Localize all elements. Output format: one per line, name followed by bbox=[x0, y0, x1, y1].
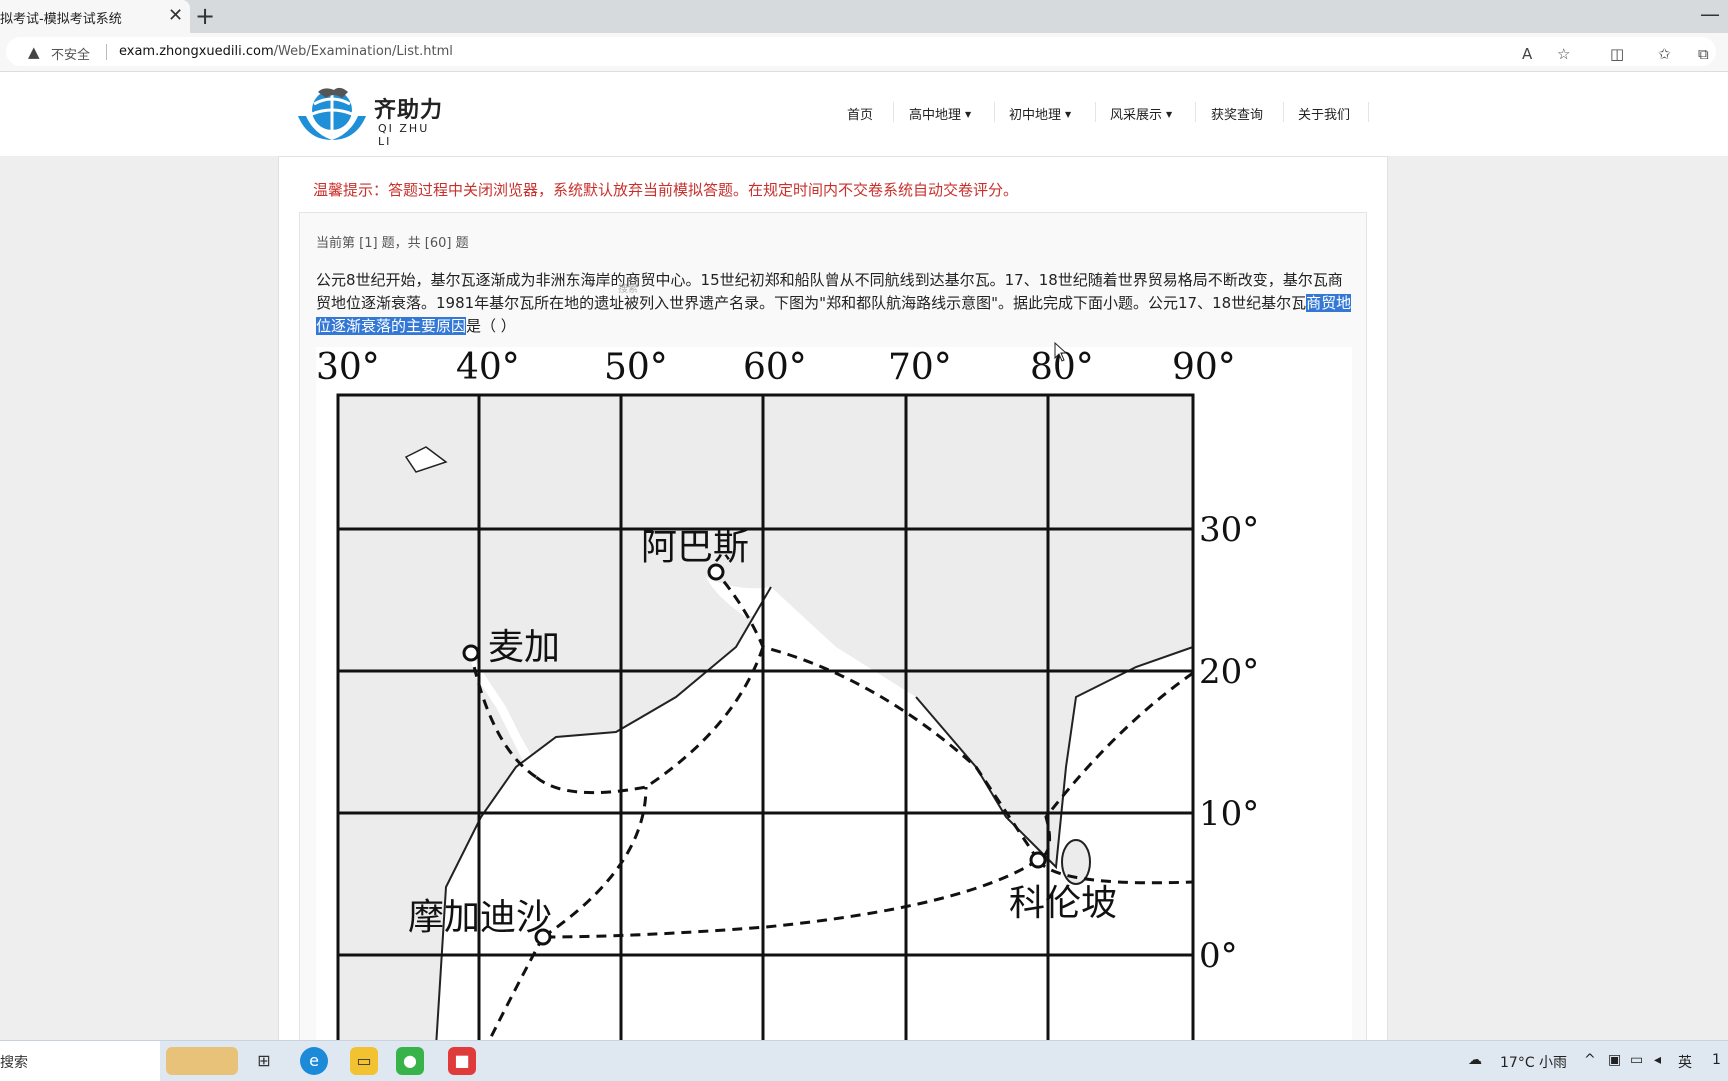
longitude-labels: 30° 40° 50° 60° 70° 80° 90° bbox=[316, 347, 1236, 388]
exam-tip: 温馨提示：答题过程中关闭浏览器，系统默认放弃当前模拟答题。在规定时间内不交卷系统… bbox=[313, 181, 1019, 199]
colombo-marker bbox=[1029, 851, 1047, 869]
minimize-window-icon[interactable]: — bbox=[1700, 2, 1720, 26]
place-label-abbas: 阿巴斯 bbox=[641, 527, 749, 568]
read-aloud-icon[interactable]: A bbox=[1522, 45, 1532, 63]
address-field[interactable]: ▲ 不安全 exam.zhongxuedili.com/Web/Examinat… bbox=[6, 37, 1716, 66]
caret-down-icon: ▼ bbox=[1065, 110, 1072, 119]
question-text: 公元8世纪开始，基尔瓦逐渐成为非洲东海岸的商贸中心。15世纪初郑和船队曾从不同航… bbox=[316, 269, 1356, 338]
route-map-svg: 30° 40° 50° 60° 70° 80° 90° 30° 20° 10° … bbox=[316, 347, 1259, 1047]
lat-label: 0° bbox=[1199, 936, 1238, 976]
tray-overflow-chevron-icon[interactable]: ^ bbox=[1584, 1052, 1596, 1068]
nav-home[interactable]: 首页 bbox=[847, 104, 873, 123]
caret-down-icon: ▼ bbox=[965, 110, 972, 119]
windows-taskbar: 搜索 ⊞ e ▭ ● ■ ☁ 17°C 小雨 ^ ▣ ▭ ◂ 英 1 bbox=[0, 1040, 1728, 1081]
place-label-mecca: 麦加 bbox=[488, 627, 560, 668]
mecca-marker bbox=[462, 644, 480, 662]
lat-label: 30° bbox=[1199, 510, 1259, 550]
insecure-label[interactable]: 不安全 bbox=[51, 44, 90, 63]
wechat-icon[interactable]: ● bbox=[396, 1047, 424, 1075]
latitude-labels: 30° 20° 10° 0° bbox=[1199, 510, 1259, 976]
taskbar-search-label: 搜索 bbox=[0, 1055, 28, 1071]
logo-text-cn: 齐助力 bbox=[374, 98, 444, 123]
network-icon[interactable]: ▭ bbox=[1630, 1052, 1643, 1068]
question-progress: 当前第 [1] 题，共 [60] 题 bbox=[316, 236, 469, 251]
widgets-illustration-icon[interactable] bbox=[166, 1047, 238, 1075]
favorites-icon[interactable]: ✩ bbox=[1658, 45, 1671, 63]
address-separator bbox=[106, 44, 107, 60]
warning-icon[interactable]: ▲ bbox=[28, 43, 40, 61]
screen-recorder-icon[interactable]: ■ bbox=[448, 1047, 476, 1075]
nav-about[interactable]: 关于我们 bbox=[1298, 104, 1350, 123]
nav-divider bbox=[1368, 102, 1369, 122]
floating-search-button[interactable]: 搜索 bbox=[618, 278, 638, 301]
question-card: 当前第 [1] 题，共 [60] 题 公元8世纪开始，基尔瓦逐渐成为非洲东海岸的… bbox=[299, 212, 1367, 1047]
globe-hands-logo-icon bbox=[298, 87, 366, 140]
exam-panel: 温馨提示：答题过程中关闭浏览器，系统默认放弃当前模拟答题。在规定时间内不交卷系统… bbox=[278, 156, 1388, 1047]
add-favorite-icon[interactable]: ☆ bbox=[1557, 45, 1570, 63]
collections-icon[interactable]: ⧉ bbox=[1698, 45, 1709, 63]
nav-showcase[interactable]: 风采展示 ▼ bbox=[1110, 104, 1172, 123]
weather-text[interactable]: 17°C 小雨 bbox=[1500, 1052, 1567, 1072]
taskbar-search-box[interactable]: 搜索 bbox=[0, 1041, 160, 1081]
address-bar: ▲ 不安全 exam.zhongxuedili.com/Web/Examinat… bbox=[0, 33, 1728, 72]
file-explorer-icon[interactable]: ▭ bbox=[350, 1047, 378, 1075]
tray-app-icon[interactable]: ▣ bbox=[1608, 1052, 1621, 1068]
input-method-indicator[interactable]: 英 bbox=[1678, 1052, 1692, 1072]
place-label-colombo: 科伦坡 bbox=[1009, 883, 1117, 924]
logo-text-en: QI ZHU LI bbox=[378, 122, 430, 148]
nav-divider bbox=[893, 102, 894, 122]
volume-icon[interactable]: ◂ bbox=[1654, 1052, 1661, 1068]
lon-label: 60° bbox=[743, 347, 807, 388]
clock-text[interactable]: 1 bbox=[1712, 1052, 1721, 1068]
lon-label: 90° bbox=[1172, 347, 1236, 388]
url-host: exam.zhongxuedili.com bbox=[119, 44, 274, 59]
lat-label: 20° bbox=[1199, 652, 1259, 692]
nav-divider bbox=[1095, 102, 1096, 122]
nav-high-geo[interactable]: 高中地理 ▼ bbox=[909, 104, 971, 123]
site-logo[interactable]: 齐助力 QI ZHU LI bbox=[294, 86, 444, 148]
lat-label: 10° bbox=[1199, 794, 1259, 834]
tab-title: 拟考试-模拟考试系统 bbox=[0, 12, 122, 27]
nav-home-label: 首页 bbox=[847, 108, 874, 123]
caret-down-icon: ▼ bbox=[1166, 110, 1173, 119]
nav-middle-geo[interactable]: 初中地理 ▼ bbox=[1009, 104, 1071, 123]
new-tab-icon[interactable]: + bbox=[195, 2, 215, 30]
mouse-pointer-icon bbox=[1054, 342, 1068, 362]
question-text-main: 公元8世纪开始，基尔瓦逐渐成为非洲东海岸的商贸中心。15世纪初郑和船队曾从不同航… bbox=[316, 271, 1343, 312]
nav-high-geo-label: 高中地理 bbox=[909, 108, 962, 123]
edge-browser-icon[interactable]: e bbox=[300, 1047, 328, 1075]
nav-award-label: 获奖查询 bbox=[1211, 108, 1264, 123]
question-text-end: 是（ ） bbox=[466, 317, 516, 335]
url-text[interactable]: exam.zhongxuedili.com/Web/Examination/Li… bbox=[119, 44, 453, 59]
lon-label: 50° bbox=[604, 347, 668, 388]
task-view-icon[interactable]: ⊞ bbox=[250, 1047, 278, 1075]
zhenghe-route-map: 30° 40° 50° 60° 70° 80° 90° 30° 20° 10° … bbox=[316, 347, 1352, 1047]
url-path: /Web/Examination/List.html bbox=[273, 44, 453, 59]
browser-tab[interactable]: 拟考试-模拟考试系统 ✕ bbox=[0, 0, 190, 33]
split-screen-icon[interactable]: ◫ bbox=[1610, 45, 1624, 63]
nav-divider bbox=[994, 102, 995, 122]
site-header: 齐助力 QI ZHU LI 首页 高中地理 ▼ 初中地理 ▼ 风采展示 ▼ 获奖查询 … bbox=[0, 72, 1728, 156]
weather-icon[interactable]: ☁ bbox=[1468, 1052, 1482, 1068]
nav-showcase-label: 风采展示 bbox=[1110, 108, 1163, 123]
nav-award[interactable]: 获奖查询 bbox=[1211, 104, 1263, 123]
nav-divider bbox=[1195, 102, 1196, 122]
lon-label: 30° bbox=[316, 347, 380, 388]
nav-about-label: 关于我们 bbox=[1298, 108, 1351, 123]
browser-tab-bar: 拟考试-模拟考试系统 ✕ + — bbox=[0, 0, 1728, 33]
lon-label: 40° bbox=[456, 347, 520, 388]
lon-label: 70° bbox=[888, 347, 952, 388]
place-label-mogadishu: 摩加迪沙 bbox=[408, 897, 552, 938]
nav-middle-geo-label: 初中地理 bbox=[1009, 108, 1062, 123]
nav-divider bbox=[1283, 102, 1284, 122]
close-tab-icon[interactable]: ✕ bbox=[168, 5, 183, 26]
